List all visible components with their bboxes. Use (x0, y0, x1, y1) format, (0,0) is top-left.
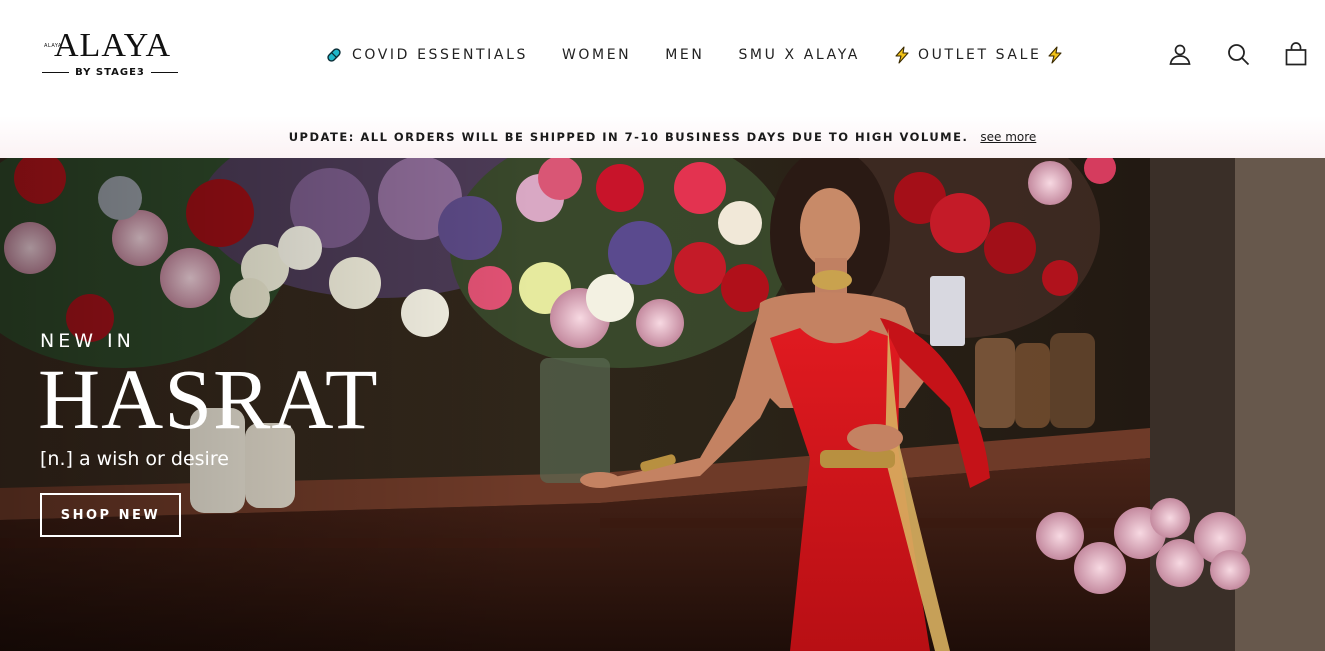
hero-subtitle: [n.] a wish or desire (40, 448, 229, 470)
hero-title: HASRAT (38, 351, 379, 447)
lightning-bolt-icon (894, 46, 910, 64)
search-icon[interactable] (1226, 42, 1250, 66)
main-nav: COVID ESSENTIALS WOMEN MEN SMU X ALAYA O… (326, 44, 1063, 66)
see-more-link[interactable]: see more (980, 130, 1036, 144)
logo-rule-right (150, 72, 178, 73)
brand-logo[interactable]: ALAYA ALAYA BY STAGE3 (42, 28, 178, 82)
pill-icon (326, 47, 342, 63)
nav-item-women[interactable]: WOMEN (562, 47, 631, 63)
nav-item-outlet-sale[interactable]: OUTLET SALE (894, 46, 1063, 64)
nav-item-men[interactable]: MEN (665, 47, 704, 63)
nav-label-women: WOMEN (561, 47, 632, 63)
shopping-bag-icon[interactable] (1284, 42, 1308, 66)
announcement-text: UPDATE: ALL ORDERS WILL BE SHIPPED IN 7-… (288, 130, 969, 144)
hero-eyebrow: NEW IN (40, 330, 135, 352)
logo-tagline-row: BY STAGE3 (42, 67, 178, 78)
site-header: ALAYA ALAYA BY STAGE3 COVID ESSENTIALS W… (0, 0, 1325, 116)
logo-wordmark: ALAYA (54, 27, 172, 64)
account-icon[interactable] (1168, 42, 1192, 66)
nav-label-outlet-sale: OUTLET SALE (917, 47, 1042, 63)
nav-label-men: MEN (665, 47, 705, 63)
shop-new-button[interactable]: SHOP NEW (40, 493, 181, 537)
lightning-bolt-icon (1047, 46, 1063, 64)
nav-label-smu-x-alaya: SMU X ALAYA (738, 47, 860, 63)
announcement-bar: UPDATE: ALL ORDERS WILL BE SHIPPED IN 7-… (0, 116, 1325, 158)
nav-item-covid-essentials[interactable]: COVID ESSENTIALS (326, 47, 528, 63)
nav-label-covid-essentials: COVID ESSENTIALS (352, 47, 528, 63)
nav-item-smu-x-alaya[interactable]: SMU X ALAYA (738, 47, 860, 63)
logo-tagline: BY STAGE3 (75, 67, 145, 78)
hero-banner[interactable]: NEW IN HASRAT [n.] a wish or desire SHOP… (0, 158, 1325, 651)
logo-rule-left (42, 72, 70, 73)
